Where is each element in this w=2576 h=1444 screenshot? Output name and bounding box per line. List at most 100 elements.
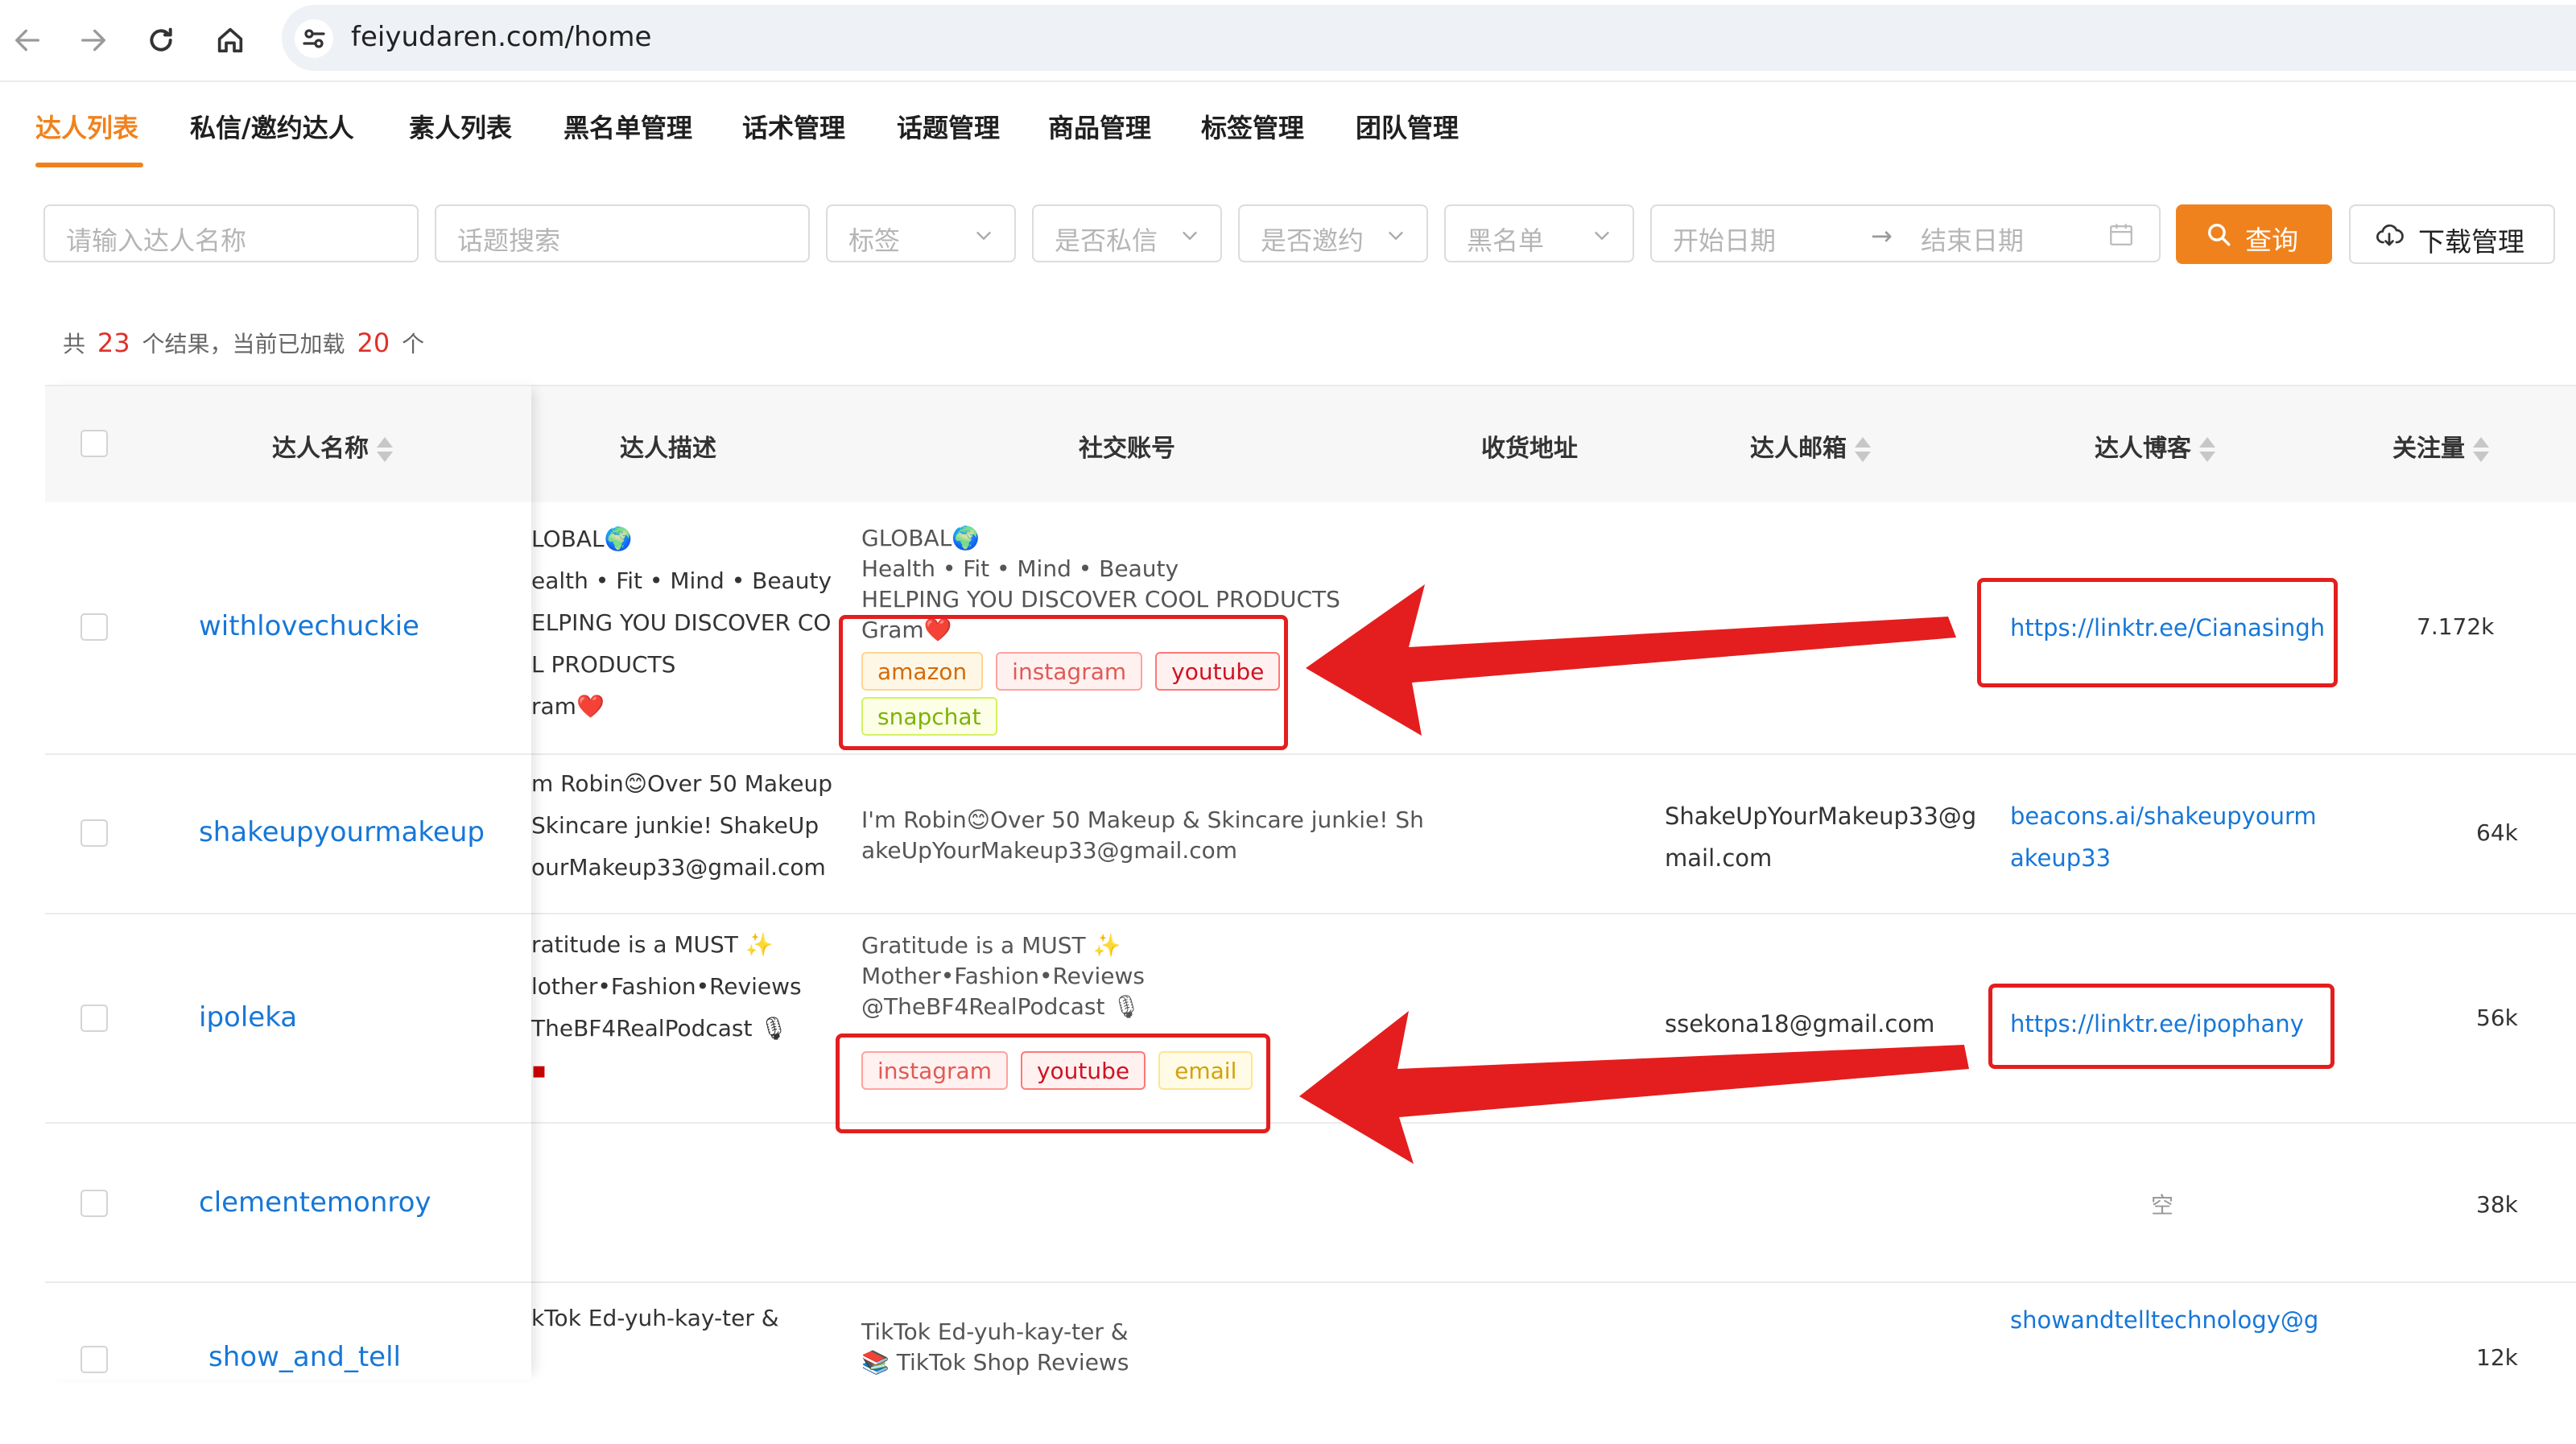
row-description: LOBAL🌍 ealth • Fit • Mind • Beauty ELPIN…: [531, 526, 832, 720]
topic-search-input[interactable]: 话题搜索: [435, 204, 810, 262]
invite-select-value: 是否邀约: [1261, 225, 1364, 256]
blacklist-select-value: 黑名单: [1467, 225, 1545, 256]
end-date-input[interactable]: 结束日期: [1921, 221, 2024, 258]
row-followers: 7.172k: [2417, 613, 2495, 640]
fixed-header-cell: 达人名称: [45, 385, 531, 504]
menu-item-blacklist[interactable]: 黑名单管理: [564, 108, 692, 145]
row-description: m Robin😊Over 50 Makeup Skincare junkie! …: [531, 770, 833, 881]
row-checkbox[interactable]: [80, 613, 108, 641]
annotation-highlight-box: [839, 615, 1288, 750]
row-checkbox[interactable]: [80, 819, 108, 847]
dm-select-value: 是否私信: [1055, 225, 1158, 256]
tag-select[interactable]: 标签: [826, 204, 1016, 262]
download-manager-label: 下载管理: [2418, 226, 2524, 258]
row-email: ShakeUpYourMakeup33@g mail.com: [1665, 802, 1977, 872]
download-manager-button[interactable]: 下载管理: [2349, 204, 2555, 264]
home-icon[interactable]: [208, 18, 253, 63]
summary-middle: 个结果，当前已加载: [142, 331, 345, 357]
influencer-name-link[interactable]: ipoleka: [199, 1001, 297, 1033]
total-count: 23: [97, 328, 130, 358]
result-summary: 共 23 个结果，当前已加载 20 个: [63, 327, 424, 359]
row-social-text: TikTok Ed-yuh-kay-ter & 📚 TikTok Shop Re…: [861, 1318, 1129, 1376]
annotation-arrow-icon: [1306, 584, 1956, 736]
influencer-name-link[interactable]: withlovechuckie: [199, 610, 419, 642]
row-checkbox[interactable]: [80, 1190, 108, 1217]
menu-item-amateur-list[interactable]: 素人列表: [409, 108, 512, 145]
name-cell: ipoleka: [45, 914, 531, 1124]
address-bar[interactable]: feiyudaren.com/home: [282, 5, 2576, 71]
influencer-name-link[interactable]: shakeupyourmakeup: [199, 816, 485, 848]
row-blog-empty: 空: [2151, 1193, 2174, 1218]
menu-item-team[interactable]: 团队管理: [1356, 108, 1459, 145]
row-blog-link[interactable]: showandtelltechnology@g: [2010, 1299, 2318, 1341]
annotation-highlight-box: [836, 1033, 1270, 1133]
menu-item-influencer-list[interactable]: 达人列表: [35, 108, 138, 145]
column-header-email[interactable]: 达人邮箱: [1750, 428, 1871, 464]
calendar-icon: [2110, 224, 2132, 245]
select-all-checkbox[interactable]: [80, 430, 108, 457]
row-followers: 64k: [2476, 819, 2518, 846]
row-blog-link[interactable]: beacons.ai/shakeupyourm akeup33: [2010, 795, 2317, 879]
menu-item-dm-invite[interactable]: 私信/邀约达人: [190, 108, 354, 145]
menu-item-tags[interactable]: 标签管理: [1201, 108, 1304, 145]
invite-select[interactable]: 是否邀约: [1238, 204, 1428, 262]
menu-item-scripts[interactable]: 话术管理: [742, 108, 845, 145]
sort-icon[interactable]: [2473, 435, 2489, 464]
main-menu: 达人列表 私信/邀约达人 素人列表 黑名单管理 话术管理 话题管理 商品管理 标…: [0, 82, 2576, 172]
menu-item-topics[interactable]: 话题管理: [897, 108, 1000, 145]
fixed-name-column: 达人名称 withlovechuckie shakeupyourmakeup i…: [45, 385, 531, 1380]
name-search-placeholder: 请输入达人名称: [66, 225, 247, 256]
sort-icon[interactable]: [377, 435, 393, 464]
cloud-download-icon: [2376, 224, 2404, 246]
column-header-description: 达人描述: [620, 435, 716, 463]
annotation-arrow-icon: [1299, 1011, 1969, 1164]
column-header-social: 社交账号: [1079, 435, 1175, 463]
chevron-down-icon: [1595, 231, 1609, 241]
row-followers: 38k: [2476, 1191, 2518, 1218]
influencer-table: 达人名称 达人描述 社交账号 收货地址 达人邮箱 达人博客 关注量 LOBAL🌍…: [45, 385, 2576, 1444]
column-header-address: 收货地址: [1481, 435, 1578, 463]
url-text: feiyudaren.com/home: [351, 21, 652, 53]
start-date-input[interactable]: 开始日期: [1673, 221, 1776, 258]
back-icon[interactable]: [5, 18, 50, 63]
column-header-blog[interactable]: 达人博客: [2095, 428, 2215, 464]
summary-suffix: 个: [402, 331, 425, 357]
row-description: ratitude is a MUST ✨ lother•Fashion•Revi…: [531, 931, 802, 1083]
row-checkbox[interactable]: [80, 1346, 108, 1373]
row-social-text: I'm Robin😊Over 50 Makeup & Skincare junk…: [861, 807, 1424, 864]
influencer-name-link[interactable]: show_and_tell: [208, 1341, 401, 1373]
name-cell: withlovechuckie: [45, 502, 531, 755]
annotation-highlight-box: [1977, 578, 2338, 687]
chevron-down-icon: [1183, 231, 1197, 241]
query-button[interactable]: 查询: [2176, 204, 2332, 264]
summary-prefix: 共: [63, 331, 86, 357]
site-settings-icon[interactable]: [295, 19, 333, 58]
reload-icon[interactable]: [138, 18, 184, 63]
sort-icon[interactable]: [2199, 435, 2215, 464]
name-cell: show_and_tell: [45, 1283, 531, 1380]
menu-item-products[interactable]: 商品管理: [1048, 108, 1151, 145]
name-cell: clementemonroy: [45, 1124, 531, 1283]
date-range-picker[interactable]: 开始日期 → 结束日期: [1650, 204, 2161, 262]
dm-select[interactable]: 是否私信: [1032, 204, 1222, 262]
name-cell: shakeupyourmakeup: [45, 755, 531, 914]
row-social-text: Gratitude is a MUST ✨ Mother•Fashion•Rev…: [861, 932, 1145, 1020]
influencer-name-link[interactable]: clementemonroy: [199, 1186, 431, 1219]
name-search-input[interactable]: 请输入达人名称: [43, 204, 419, 262]
tag-select-value: 标签: [848, 225, 901, 256]
date-range-arrow-icon: →: [1871, 221, 1893, 251]
row-followers: 56k: [2476, 1005, 2518, 1031]
forward-icon[interactable]: [71, 18, 116, 63]
blacklist-select[interactable]: 黑名单: [1444, 204, 1634, 262]
annotation-highlight-box: [1988, 984, 2334, 1069]
row-checkbox[interactable]: [80, 1005, 108, 1032]
query-button-label: 查询: [2245, 225, 2298, 256]
topic-search-placeholder: 话题搜索: [457, 225, 561, 256]
search-icon: [2207, 223, 2231, 246]
loaded-count: 20: [357, 328, 390, 358]
chevron-down-icon: [976, 231, 991, 241]
sort-icon[interactable]: [1855, 435, 1871, 464]
row-description: kTok Ed-yuh-kay-ter &: [531, 1305, 779, 1331]
column-header-name[interactable]: 达人名称: [272, 428, 393, 464]
column-header-followers[interactable]: 关注量: [2392, 428, 2489, 464]
